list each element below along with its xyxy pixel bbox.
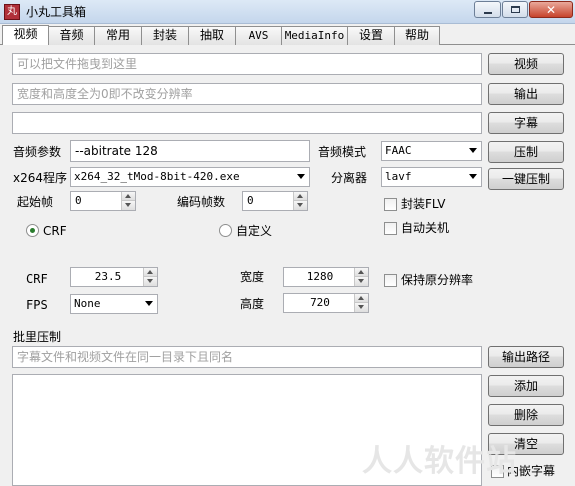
x264-label: x264程序 — [13, 171, 68, 185]
one-click-compress-button[interactable]: 一键压制 — [488, 168, 564, 190]
spin-up-icon[interactable] — [355, 268, 368, 277]
fps-label: FPS — [26, 298, 48, 312]
splitter-value: lavf — [385, 170, 412, 183]
height-label: 高度 — [240, 297, 265, 311]
audio-mode-value: FAAC — [385, 144, 412, 157]
chevron-down-icon — [145, 301, 153, 306]
spin-down-icon[interactable] — [294, 201, 307, 210]
keep-resolution-checkbox[interactable] — [384, 274, 397, 287]
spin-buttons[interactable] — [354, 268, 368, 286]
start-frame-value: 0 — [75, 194, 82, 207]
spin-buttons[interactable] — [354, 294, 368, 312]
minimize-icon — [483, 11, 492, 14]
spin-buttons[interactable] — [143, 268, 157, 286]
subtitle-field[interactable] — [12, 112, 482, 134]
encode-frames-label: 编码帧数 — [177, 195, 226, 209]
spin-buttons[interactable] — [121, 192, 135, 210]
crf-mode-label: CRF — [43, 224, 67, 238]
crf-spinner[interactable]: 23.5 — [70, 267, 158, 287]
spin-up-icon[interactable] — [294, 192, 307, 201]
spin-up-icon[interactable] — [122, 192, 135, 201]
minimize-button[interactable] — [474, 1, 501, 18]
app-icon: 丸 — [4, 4, 20, 20]
custom-mode-radio[interactable] — [219, 224, 232, 237]
crf-value: 23.5 — [94, 270, 122, 283]
mux-flv-checkbox[interactable] — [384, 198, 397, 211]
output-field[interactable]: 宽度和高度全为0即不改变分辨率 — [12, 83, 482, 105]
tab-common[interactable]: 常用 — [94, 26, 142, 45]
chevron-down-icon — [469, 174, 477, 179]
tab-help[interactable]: 帮助 — [394, 26, 440, 45]
close-button[interactable]: ✕ — [529, 1, 573, 18]
add-button[interactable]: 添加 — [488, 375, 564, 397]
width-label: 宽度 — [240, 270, 265, 284]
audio-params-field[interactable]: --abitrate 128 — [70, 140, 310, 162]
spin-up-icon[interactable] — [355, 294, 368, 303]
width-value: 1280 — [306, 270, 334, 283]
mux-flv-label: 封装FLV — [401, 197, 446, 211]
tab-settings[interactable]: 设置 — [347, 26, 395, 45]
audio-mode-select[interactable]: FAAC — [381, 141, 482, 161]
video-button[interactable]: 视频 — [488, 53, 564, 75]
watermark: 人人软件站 — [362, 444, 517, 479]
spin-buttons[interactable] — [293, 192, 307, 210]
crf-mode-radio[interactable] — [26, 224, 39, 237]
chevron-down-icon — [469, 148, 477, 153]
video-input-field[interactable]: 可以把文件拖曳到这里 — [12, 53, 482, 75]
keep-resolution-label: 保持原分辨率 — [401, 273, 474, 287]
splitter-label: 分离器 — [331, 171, 368, 185]
tab-audio[interactable]: 音频 — [48, 26, 95, 45]
tab-mediainfo[interactable]: MediaInfo — [281, 26, 348, 45]
window-title: 小丸工具箱 — [26, 5, 87, 19]
spin-up-icon[interactable] — [144, 268, 157, 277]
height-spinner[interactable]: 720 — [283, 293, 369, 313]
audio-mode-label: 音频模式 — [318, 145, 367, 159]
x264-value: x264_32_tMod-8bit-420.exe — [74, 170, 240, 183]
subtitle-button[interactable]: 字幕 — [488, 112, 564, 134]
close-icon: ✕ — [545, 2, 557, 17]
start-frame-spinner[interactable]: 0 — [70, 191, 136, 211]
auto-shutdown-label: 自动关机 — [401, 221, 450, 235]
batch-title: 批里压制 — [13, 330, 62, 344]
tab-strip: 视频 音频 常用 封装 抽取 AVS MediaInfo 设置 帮助 — [2, 25, 440, 45]
spin-down-icon[interactable] — [355, 303, 368, 312]
output-button[interactable]: 输出 — [488, 83, 564, 105]
maximize-button[interactable] — [502, 1, 528, 18]
x264-select[interactable]: x264_32_tMod-8bit-420.exe — [70, 167, 310, 187]
crf-label: CRF — [26, 272, 48, 286]
maximize-icon — [510, 6, 520, 13]
tab-avs[interactable]: AVS — [235, 26, 282, 45]
fps-value: None — [74, 297, 101, 310]
width-spinner[interactable]: 1280 — [283, 267, 369, 287]
spin-down-icon[interactable] — [144, 277, 157, 286]
output-path-button[interactable]: 输出路径 — [488, 346, 564, 368]
encode-frames-value: 0 — [247, 194, 254, 207]
auto-shutdown-checkbox[interactable] — [384, 222, 397, 235]
tab-video[interactable]: 视频 — [2, 25, 49, 45]
custom-mode-label: 自定义 — [236, 224, 273, 238]
encode-frames-spinner[interactable]: 0 — [242, 191, 308, 211]
tab-mux[interactable]: 封装 — [141, 26, 189, 45]
chevron-down-icon — [297, 174, 305, 179]
start-frame-label: 起始帧 — [17, 195, 54, 209]
fps-select[interactable]: None — [70, 294, 158, 314]
compress-button[interactable]: 压制 — [488, 141, 564, 163]
batch-hint-field[interactable]: 字幕文件和视频文件在同一目录下且同名 — [12, 346, 482, 368]
height-value: 720 — [310, 296, 330, 309]
spin-down-icon[interactable] — [355, 277, 368, 286]
audio-params-label: 音频参数 — [13, 145, 62, 159]
delete-button[interactable]: 删除 — [488, 404, 564, 426]
splitter-select[interactable]: lavf — [381, 167, 482, 187]
spin-down-icon[interactable] — [122, 201, 135, 210]
tab-extract[interactable]: 抽取 — [188, 26, 236, 45]
